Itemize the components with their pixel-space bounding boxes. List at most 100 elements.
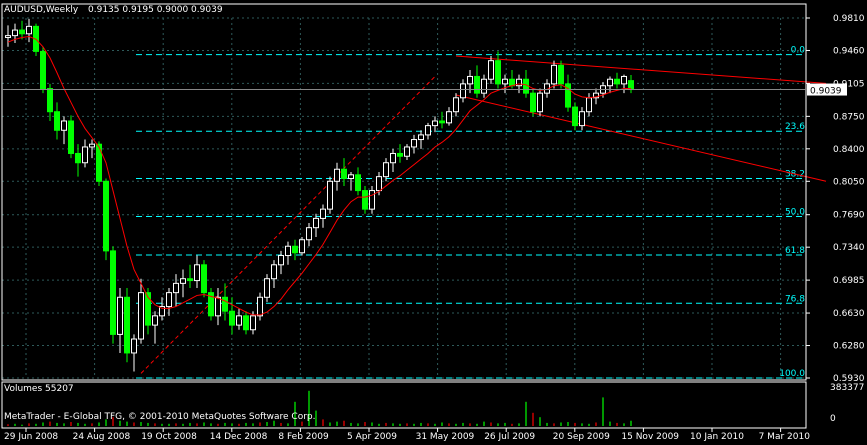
bull-candle	[12, 29, 18, 37]
bull-candle	[89, 143, 95, 148]
price-chart[interactable]: 0.023.638.250.061.876.8100.0 0.98100.946…	[0, 0, 867, 442]
time-tick-label: 24 Aug 2008	[73, 432, 131, 442]
price-tick-label: 0.9460	[833, 46, 865, 56]
time-tick-label: 15 Nov 2009	[621, 432, 679, 442]
bear-candle	[341, 168, 347, 180]
bull-candle	[82, 146, 88, 164]
ohlc-values: 0.9135 0.9195 0.9000 0.9039	[88, 5, 223, 15]
bull-candle	[453, 97, 459, 113]
fib-level-label: 76.8	[785, 294, 805, 304]
price-tick-label: 0.8400	[833, 145, 865, 155]
bull-candle	[334, 168, 340, 182]
bull-candle	[152, 315, 158, 326]
bear-candle	[495, 60, 501, 85]
price-tick-label: 0.6630	[833, 309, 865, 319]
bull-candle	[264, 278, 270, 298]
bull-candle	[488, 60, 494, 80]
bear-candle	[40, 50, 46, 90]
fib-level-label: 100.0	[779, 369, 805, 379]
bull-candle	[327, 180, 333, 210]
bull-candle	[481, 78, 487, 94]
price-tick-label: 0.7690	[833, 211, 865, 221]
price-tick-label: 0.7340	[833, 243, 865, 253]
bull-candle	[117, 296, 123, 335]
bull-candle	[376, 176, 382, 192]
bull-candle	[166, 292, 172, 308]
bear-candle	[558, 64, 564, 85]
bull-candle	[411, 139, 417, 148]
bear-candle	[75, 152, 81, 164]
time-tick-label: 31 May 2009	[416, 432, 475, 442]
bear-candle	[222, 296, 228, 312]
price-tick-label: 0.9810	[833, 14, 865, 24]
bear-candle	[201, 264, 207, 294]
bull-candle	[418, 134, 424, 141]
watermark: MetaTrader - E-Global TFG, © 2001-2010 M…	[4, 412, 316, 422]
chart-window[interactable]: 0.023.638.250.061.876.8100.0 0.98100.946…	[0, 0, 867, 442]
time-tick-label: 14 Dec 2008	[210, 432, 268, 442]
bull-candle	[537, 92, 543, 113]
bull-candle	[348, 174, 354, 180]
bear-candle	[397, 152, 403, 157]
bear-candle	[614, 78, 620, 85]
bull-candle	[460, 83, 466, 99]
bear-candle	[47, 88, 53, 113]
bull-candle	[180, 278, 186, 284]
fib-level-label: 0.0	[791, 46, 806, 56]
bull-candle	[236, 315, 242, 326]
time-tick-label: 26 Jul 2009	[484, 432, 535, 442]
bear-candle	[439, 120, 445, 124]
bull-candle	[5, 35, 11, 38]
bull-candle	[285, 245, 291, 257]
bull-candle	[306, 227, 312, 241]
time-tick-label: 10 Jan 2010	[690, 432, 744, 442]
volume-label: Volumes 55207	[4, 384, 74, 394]
time-tick-label: 7 Mar 2010	[759, 432, 811, 442]
bear-candle	[243, 315, 249, 331]
time-tick-label: 8 Feb 2009	[278, 432, 329, 442]
bear-candle	[19, 29, 25, 35]
bear-candle	[474, 75, 480, 94]
bull-candle	[446, 111, 452, 124]
bear-candle	[110, 250, 116, 335]
bull-candle	[551, 64, 557, 85]
fib-level-label: 23.6	[785, 122, 805, 132]
time-tick-label: 29 Jun 2008	[4, 432, 58, 442]
bull-candle	[271, 264, 277, 280]
bull-candle	[390, 152, 396, 164]
price-tick-label: 0.6985	[833, 276, 865, 286]
bull-candle	[425, 125, 431, 136]
volume-max-label: 383377	[830, 383, 864, 393]
bull-candle	[320, 208, 326, 219]
bull-candle	[61, 120, 67, 131]
bull-candle	[250, 315, 256, 331]
bull-candle	[278, 255, 284, 266]
fib-level-label: 61.8	[785, 246, 805, 256]
bear-candle	[54, 111, 60, 131]
price-tick-label: 0.8050	[833, 177, 865, 187]
bull-candle	[369, 190, 375, 210]
bull-candle	[173, 282, 179, 294]
bear-candle	[292, 245, 298, 254]
bull-candle	[586, 97, 592, 113]
bear-candle	[572, 106, 578, 127]
bull-candle	[383, 162, 389, 178]
chart-background	[0, 0, 867, 442]
bull-candle	[621, 75, 627, 85]
bear-candle	[68, 120, 74, 154]
bull-candle	[26, 25, 32, 35]
bear-candle	[187, 278, 193, 282]
fib-level-label: 50.0	[785, 208, 805, 218]
current-price-label: 0.9039	[810, 87, 842, 97]
bear-candle	[530, 92, 536, 113]
bull-candle	[138, 292, 144, 340]
bear-candle	[355, 174, 361, 192]
bear-candle	[103, 180, 109, 252]
bull-candle	[607, 78, 613, 87]
bull-candle	[467, 75, 473, 85]
bull-candle	[579, 111, 585, 127]
bull-candle	[313, 217, 319, 229]
volume-zero-label: 0	[830, 414, 836, 424]
bull-candle	[194, 264, 200, 282]
bull-candle	[257, 296, 263, 317]
